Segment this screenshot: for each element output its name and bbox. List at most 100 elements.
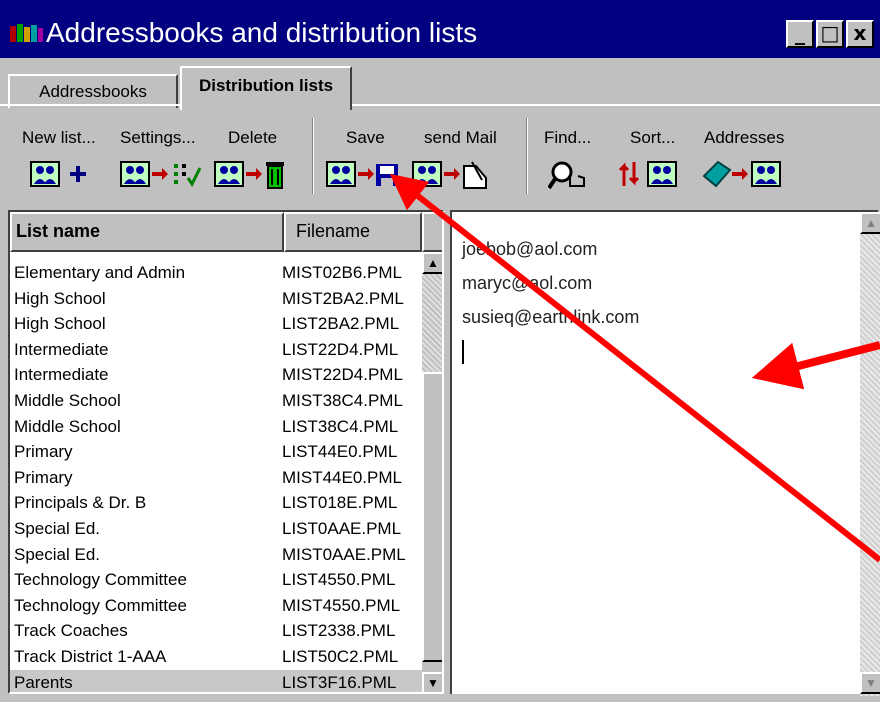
toolbar-separator: [526, 118, 528, 194]
table-row[interactable]: Track Coaches LIST2338.PML: [10, 618, 422, 644]
close-button[interactable]: x: [846, 20, 874, 48]
filename-cell: LIST50C2.PML: [282, 646, 399, 666]
table-row[interactable]: Principals & Dr. B LIST018E.PML: [10, 490, 422, 516]
table-row[interactable]: Intermediate MIST22D4.PML: [10, 362, 422, 388]
filename-cell: LIST38C4.PML: [282, 416, 399, 436]
table-row[interactable]: Primary LIST44E0.PML: [10, 439, 422, 465]
scroll-track[interactable]: [422, 274, 442, 372]
list-name-cell: Technology Committee: [14, 570, 187, 590]
list-name-cell: Principals & Dr. B: [14, 493, 147, 513]
people-checklist-icon[interactable]: [120, 158, 204, 190]
list-scrollbar[interactable]: ▲ ▼: [422, 252, 442, 692]
address-line: susieq@earthlink.com: [462, 307, 640, 327]
maximize-button[interactable]: □: [816, 20, 844, 48]
filename-cell: LIST2338.PML: [282, 621, 396, 641]
table-row[interactable]: Track District 1-AAA LIST50C2.PML: [10, 644, 422, 670]
new-list-label[interactable]: New list...: [22, 128, 96, 148]
filename-cell: MIST2BA2.PML: [282, 288, 404, 308]
list-name-cell: Track District 1-AAA: [14, 646, 167, 666]
window-title: Addressbooks and distribution lists: [46, 17, 478, 48]
app-window: Addressbooks and distribution lists _ □ …: [0, 0, 880, 702]
people-plus-icon[interactable]: [30, 158, 92, 190]
filename-cell: MIST0AAE.PML: [282, 544, 406, 564]
filename-cell: LIST018E.PML: [282, 493, 398, 513]
tab-addressbooks[interactable]: Addressbooks: [8, 74, 178, 108]
find-label[interactable]: Find...: [544, 128, 591, 148]
people-letter-icon[interactable]: [412, 158, 490, 190]
filename-cell: MIST02B6.PML: [282, 263, 402, 282]
scroll-thumb[interactable]: [422, 372, 442, 662]
list-name-cell: Parents: [14, 672, 73, 692]
delete-label[interactable]: Delete: [228, 128, 277, 148]
table-row[interactable]: High School LIST2BA2.PML: [10, 311, 422, 337]
filename-cell: LIST4550.PML: [282, 570, 396, 590]
save-label[interactable]: Save: [346, 128, 385, 148]
addresses-label[interactable]: Addresses: [704, 128, 784, 148]
filename-cell: LIST3F16.PML: [282, 672, 397, 692]
header-corner: [422, 212, 442, 252]
list-name-cell: Track Coaches: [14, 621, 128, 641]
list-name-cell: Intermediate: [14, 365, 109, 385]
table-row[interactable]: Intermediate LIST22D4.PML: [10, 337, 422, 363]
list-rows: Elementary and Admin MIST02B6.PML High Sch…: [10, 260, 422, 692]
filename-cell: LIST0AAE.PML: [282, 518, 402, 538]
list-name-cell: Primary: [14, 442, 73, 462]
table-row[interactable]: Special Ed. MIST0AAE.PML: [10, 542, 422, 568]
list-name-cell: Special Ed.: [14, 518, 100, 538]
app-book-icon: [10, 24, 43, 42]
list-name-cell: Middle School: [14, 416, 121, 436]
distribution-list-table[interactable]: List name Filename Elementary and Admin M…: [8, 210, 444, 694]
table-row[interactable]: Parents LIST3F16.PML: [10, 669, 422, 692]
toolbar-separator: [312, 118, 314, 194]
filename-cell: MIST22D4.PML: [282, 365, 403, 385]
list-name-cell: Intermediate: [14, 339, 109, 359]
toolbar: New list... Settings... Delete Save send…: [0, 110, 880, 202]
column-header-filename[interactable]: Filename: [284, 212, 422, 252]
scroll-down-button[interactable]: ▼: [860, 672, 880, 694]
list-name-cell: High School: [14, 314, 106, 334]
address-line: maryc@aol.com: [462, 273, 593, 293]
table-row[interactable]: Technology Committee MIST4550.PML: [10, 593, 422, 619]
table-row[interactable]: Middle School LIST38C4.PML: [10, 414, 422, 440]
sort-label[interactable]: Sort...: [630, 128, 675, 148]
table-row[interactable]: Primary MIST44E0.PML: [10, 465, 422, 491]
table-row[interactable]: Special Ed. LIST0AAE.PML: [10, 516, 422, 542]
minimize-button[interactable]: _: [786, 20, 814, 48]
settings-label[interactable]: Settings...: [120, 128, 196, 148]
list-name-cell: Special Ed.: [14, 544, 100, 564]
table-row[interactable]: High School MIST2BA2.PML: [10, 286, 422, 312]
scroll-up-button[interactable]: ▲: [422, 252, 442, 274]
column-header-list-name[interactable]: List name: [10, 212, 284, 252]
filename-cell: MIST44E0.PML: [282, 467, 402, 487]
filename-cell: LIST22D4.PML: [282, 339, 399, 359]
address-lines: joebob@aol.com maryc@aol.com susieq@eart…: [462, 232, 639, 368]
filename-cell: MIST38C4.PML: [282, 390, 403, 410]
tab-panel-edge: [0, 104, 880, 106]
sort-arrows-people-icon[interactable]: [618, 158, 682, 190]
title-bar[interactable]: Addressbooks and distribution lists _ □ …: [0, 0, 880, 58]
table-row[interactable]: Elementary and Admin MIST02B6.PML: [10, 260, 422, 286]
people-floppy-icon[interactable]: [326, 158, 402, 190]
filename-cell: LIST44E0.PML: [282, 442, 398, 462]
address-line: joebob@aol.com: [462, 239, 598, 259]
tab-strip: Addressbooks Distribution lists: [0, 58, 880, 110]
list-name-cell: Elementary and Admin: [14, 263, 186, 282]
filename-cell: LIST2BA2.PML: [282, 314, 400, 334]
list-name-cell: Middle School: [14, 390, 121, 410]
list-name-cell: High School: [14, 288, 106, 308]
list-name-cell: Primary: [14, 467, 73, 487]
book-people-icon[interactable]: [702, 158, 786, 190]
scroll-down-button[interactable]: ▼: [422, 672, 442, 692]
filename-cell: MIST4550.PML: [282, 595, 401, 615]
people-trash-icon[interactable]: [214, 158, 288, 190]
address-text-area[interactable]: joebob@aol.com maryc@aol.com susieq@eart…: [450, 210, 880, 696]
list-name-cell: Technology Committee: [14, 595, 187, 615]
table-row[interactable]: Technology Committee LIST4550.PML: [10, 567, 422, 593]
text-scrollbar[interactable]: ▲ ▼: [860, 212, 880, 696]
text-caret: [462, 340, 464, 365]
tab-distribution-lists[interactable]: Distribution lists: [180, 66, 352, 110]
magnifier-hand-icon[interactable]: [548, 158, 588, 190]
scroll-up-button[interactable]: ▲: [860, 212, 880, 234]
send-mail-label[interactable]: send Mail: [424, 128, 497, 148]
table-row[interactable]: Middle School MIST38C4.PML: [10, 388, 422, 414]
